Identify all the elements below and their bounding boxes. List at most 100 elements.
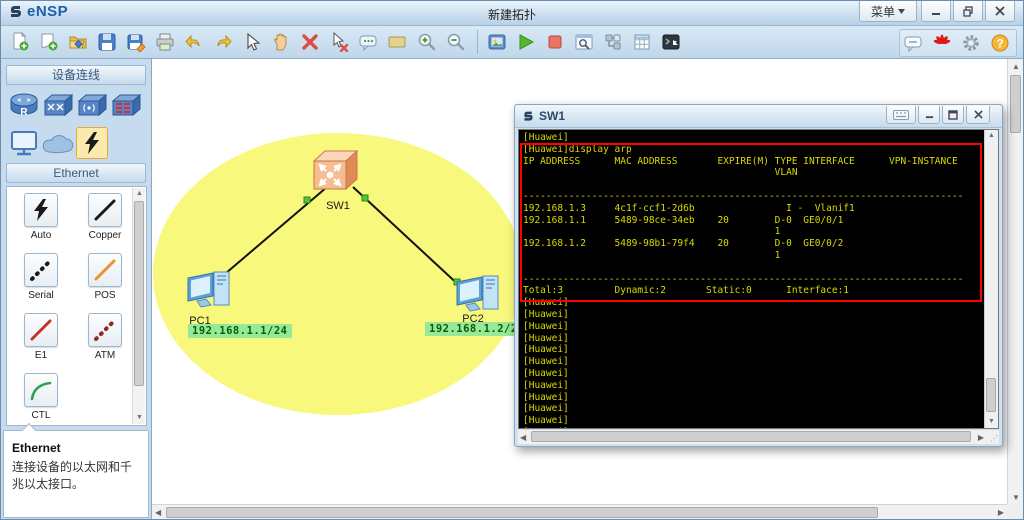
save-button[interactable] (94, 29, 120, 55)
toolbar-separator (477, 30, 478, 54)
scroll-up-arrow[interactable]: ▲ (133, 188, 146, 200)
start-devices-button[interactable] (513, 29, 539, 55)
shape-button[interactable] (384, 29, 410, 55)
link-type-pos[interactable]: POS (75, 253, 135, 301)
link-type-atm[interactable]: ATM (75, 313, 135, 361)
zoom-in-icon (418, 33, 436, 51)
huawei-logo-icon (933, 34, 951, 45)
stop-devices-button[interactable] (542, 29, 568, 55)
link-type-ctl[interactable]: CTL (11, 373, 71, 421)
scroll-up-arrow[interactable]: ▲ (1012, 62, 1020, 71)
toolbar: ? (1, 26, 1023, 59)
delete-button[interactable] (297, 29, 323, 55)
scroll-down-arrow[interactable]: ▼ (1012, 493, 1020, 502)
cli-vertical-scrollbar[interactable]: ▲ ▼ (984, 130, 998, 428)
console-keyboard-button[interactable] (886, 106, 916, 124)
link-panel-scrollbar[interactable]: ▲ ▼ (132, 188, 145, 424)
palette-end-device[interactable] (8, 127, 40, 159)
scroll-left-arrow[interactable]: ◀ (520, 433, 526, 442)
arp-output-highlight (520, 143, 982, 302)
console-icon (662, 34, 680, 50)
ctl-link-icon (24, 373, 58, 407)
undo-icon (185, 34, 200, 49)
scroll-right-arrow[interactable]: ▶ (998, 508, 1004, 517)
save-as-button[interactable] (123, 29, 149, 55)
grid-view-button[interactable] (629, 29, 655, 55)
menu-button[interactable]: 菜单 (859, 1, 917, 22)
resize-grip[interactable]: ⋰ (990, 434, 998, 443)
help-button[interactable]: ? (987, 30, 1013, 56)
new-test-icon (41, 33, 58, 51)
delete-link-button[interactable] (326, 29, 352, 55)
firewall-icon (111, 93, 141, 117)
link-type-e1[interactable]: E1 (11, 313, 71, 361)
cli-console-button[interactable] (658, 29, 684, 55)
link-type-copper[interactable]: Copper (75, 193, 135, 241)
palette-wlan[interactable] (76, 89, 108, 121)
link-section-header: Ethernet (6, 163, 146, 183)
scroll-down-arrow[interactable]: ▼ (133, 412, 146, 424)
canvas-vertical-scrollbar[interactable]: ▲ ▼ (1007, 59, 1023, 504)
scrollbar-thumb[interactable] (531, 431, 971, 442)
cli-terminal-output[interactable]: [Huawei] [Huawei]display arp IP ADDRESS … (518, 129, 999, 429)
scroll-right-arrow[interactable]: ▶ (978, 433, 984, 442)
palette-router[interactable]: R (8, 89, 40, 121)
annotation-button[interactable] (355, 29, 381, 55)
save-as-icon (127, 34, 146, 52)
minimize-icon (925, 116, 933, 119)
new-test-button[interactable] (36, 29, 62, 55)
restore-button[interactable] (953, 1, 983, 22)
scrollbar-thumb[interactable] (166, 507, 878, 518)
palette-switch[interactable] (42, 89, 74, 121)
cli-maximize-button[interactable] (942, 106, 964, 124)
zoom-out-button[interactable] (442, 29, 468, 55)
scroll-up-arrow[interactable]: ▲ (985, 130, 998, 142)
canvas-horizontal-scrollbar[interactable]: ◀ ▶ (152, 504, 1007, 519)
topology-config-button[interactable] (600, 29, 626, 55)
port-dot (361, 194, 369, 202)
pan-button[interactable] (268, 29, 294, 55)
redo-button[interactable] (210, 29, 236, 55)
scrollbar-thumb[interactable] (134, 201, 144, 386)
device-sw1[interactable] (312, 149, 359, 191)
huawei-button[interactable] (929, 30, 955, 56)
close-button[interactable] (985, 1, 1015, 22)
zoom-in-button[interactable] (413, 29, 439, 55)
new-topology-button[interactable] (7, 29, 33, 55)
new-topology-icon (13, 32, 29, 51)
link-type-auto[interactable]: Auto (11, 193, 71, 241)
cli-close-button[interactable] (966, 106, 990, 124)
scroll-left-arrow[interactable]: ◀ (155, 508, 161, 517)
cli-title-bar[interactable]: SW1 (515, 105, 1002, 128)
device-register-button[interactable] (484, 29, 510, 55)
gear-icon (963, 35, 979, 51)
packet-capture-button[interactable] (571, 29, 597, 55)
scrollbar-thumb[interactable] (1010, 75, 1021, 133)
cli-horizontal-scrollbar[interactable]: ◀ ▶ ⋰ (518, 430, 999, 444)
minimize-button[interactable] (921, 1, 951, 22)
scrollbar-thumb[interactable] (986, 378, 996, 412)
palette-firewall[interactable] (110, 89, 142, 121)
open-button[interactable] (65, 29, 91, 55)
palette-connection-tool[interactable] (76, 127, 108, 159)
options-button[interactable] (958, 30, 984, 56)
print-button[interactable] (152, 29, 178, 55)
play-icon (519, 34, 535, 50)
palette-cloud[interactable] (42, 127, 74, 159)
undo-button[interactable] (181, 29, 207, 55)
cli-window-title: SW1 (539, 109, 566, 123)
print-icon (156, 33, 174, 51)
link-type-panel: Auto Copper Serial POS E1 ATM CTL ▲ ▼ (6, 186, 147, 426)
ip-label-pc2: 192.168.1.2/24 (425, 322, 529, 336)
switch-icon (43, 93, 73, 117)
select-button[interactable] (239, 29, 265, 55)
cli-window-sw1[interactable]: SW1 [Huawei] [Huawei]display arp IP ADDR… (514, 104, 1003, 447)
cli-minimize-button[interactable] (918, 106, 940, 124)
ensp-logo-icon (524, 111, 533, 121)
app-logo-text: eNSP (27, 3, 69, 20)
message-button[interactable] (900, 30, 926, 56)
grid-icon (634, 34, 650, 50)
scroll-down-arrow[interactable]: ▼ (985, 416, 998, 428)
link-type-serial[interactable]: Serial (11, 253, 71, 301)
open-folder-icon (69, 36, 87, 49)
